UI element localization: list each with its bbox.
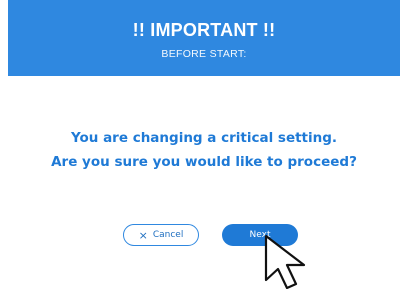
cancel-button[interactable]: × Cancel bbox=[123, 224, 199, 246]
next-button[interactable]: Next bbox=[222, 224, 298, 246]
warning-message: You are changing a critical setting. Are… bbox=[0, 126, 408, 174]
banner-title: !! IMPORTANT !! bbox=[132, 20, 276, 40]
cancel-button-label: Cancel bbox=[152, 230, 184, 240]
dialog-page: !! IMPORTANT !! BEFORE START: You are ch… bbox=[0, 0, 408, 289]
header-banner: !! IMPORTANT !! BEFORE START: bbox=[8, 0, 400, 76]
next-button-label: Next bbox=[249, 230, 271, 240]
warning-message-line-2: Are you sure you would like to proceed? bbox=[51, 154, 357, 170]
warning-message-line-1: You are changing a critical setting. bbox=[70, 130, 338, 146]
banner-subtitle: BEFORE START: bbox=[161, 48, 247, 60]
close-icon: × bbox=[138, 228, 148, 242]
